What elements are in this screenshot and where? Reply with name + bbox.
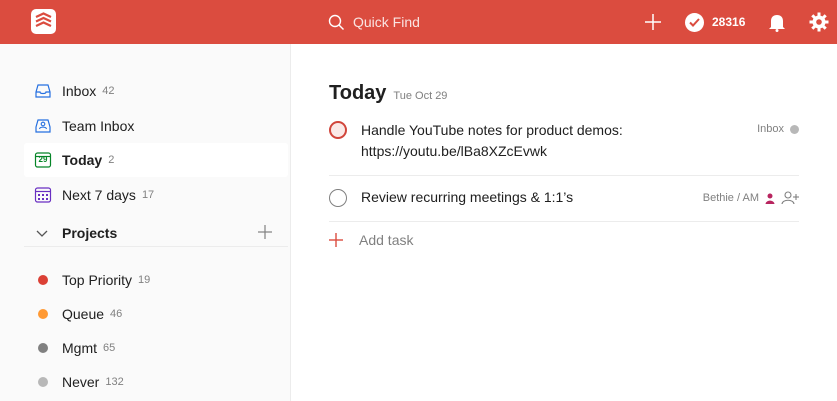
project-color-dot bbox=[38, 309, 48, 319]
bell-icon bbox=[769, 15, 785, 32]
team-inbox-icon bbox=[34, 117, 52, 135]
karma-score: 28316 bbox=[712, 15, 746, 29]
page-date: Tue Oct 29 bbox=[393, 90, 448, 102]
project-color-dot bbox=[38, 275, 48, 285]
task-project-meta[interactable]: Inbox bbox=[757, 123, 799, 135]
calendar-week-icon bbox=[34, 186, 52, 204]
assign-user-icon[interactable] bbox=[781, 191, 799, 205]
project-item-queue[interactable]: Queue 46 bbox=[24, 297, 288, 331]
task-checkbox[interactable] bbox=[329, 121, 347, 139]
projects-label: Projects bbox=[62, 224, 118, 241]
project-label: Never bbox=[62, 374, 100, 390]
task-item[interactable]: Handle YouTube notes for product demos: … bbox=[329, 120, 799, 176]
sidebar-item-count: 17 bbox=[141, 189, 155, 201]
projects-header[interactable]: Projects bbox=[24, 219, 288, 247]
todoist-logo-icon[interactable] bbox=[31, 9, 56, 34]
project-label: Mgmt bbox=[62, 340, 97, 356]
sidebar-item-team-inbox[interactable]: Team Inbox bbox=[24, 109, 288, 143]
person-icon bbox=[765, 193, 775, 204]
project-color-dot bbox=[790, 124, 799, 134]
project-count: 65 bbox=[103, 342, 116, 354]
task-item[interactable]: Review recurring meetings & 1:1’s Bethie… bbox=[329, 176, 799, 222]
project-color-dot bbox=[38, 343, 48, 353]
add-task-button[interactable]: Add task bbox=[329, 232, 413, 248]
quick-find-search[interactable]: Quick Find bbox=[328, 12, 420, 32]
project-item-mgmt[interactable]: Mgmt 65 bbox=[24, 331, 288, 365]
calendar-day-number: 29 bbox=[38, 155, 48, 164]
task-content-line2[interactable]: https://youtu.be/lBa8XZcEvwk bbox=[361, 141, 623, 162]
sidebar-item-label: Today bbox=[62, 152, 103, 168]
karma-check-icon bbox=[685, 12, 704, 32]
add-task-label: Add task bbox=[359, 232, 414, 248]
view-header: Today Tue Oct 29 bbox=[329, 82, 447, 105]
project-label: Top Priority bbox=[62, 272, 133, 288]
task-project-label: Bethie / AM bbox=[702, 192, 759, 204]
sidebar-item-next-7-days[interactable]: Next 7 days 17 bbox=[24, 178, 288, 212]
project-count: 46 bbox=[110, 308, 123, 320]
sidebar-item-count: 42 bbox=[102, 85, 115, 97]
sidebar-item-today[interactable]: Today 2 bbox=[24, 143, 288, 177]
top-bar: Quick Find 28316 bbox=[0, 0, 837, 44]
task-content-line1: Handle YouTube notes for product demos: bbox=[361, 122, 623, 138]
project-color-dot bbox=[38, 377, 48, 387]
task-content-line1: Review recurring meetings & 1:1’s bbox=[361, 189, 574, 205]
main-content: Today Tue Oct 29 Handle YouTube notes fo… bbox=[292, 44, 837, 401]
page-title: Today bbox=[329, 82, 387, 104]
project-count: 132 bbox=[105, 376, 124, 388]
task-checkbox[interactable] bbox=[329, 189, 347, 207]
task-project-label: Inbox bbox=[757, 123, 784, 135]
sidebar: Inbox 42 Team Inbox Today 2 29 Next 7 da… bbox=[0, 44, 291, 401]
sidebar-item-count: 2 bbox=[108, 154, 115, 166]
search-placeholder: Quick Find bbox=[353, 14, 420, 30]
chevron-down-icon[interactable] bbox=[36, 225, 48, 241]
sidebar-item-inbox[interactable]: Inbox 42 bbox=[24, 74, 288, 108]
project-count: 19 bbox=[138, 274, 151, 286]
project-item-top-priority[interactable]: Top Priority 19 bbox=[24, 263, 288, 297]
inbox-icon bbox=[34, 82, 52, 100]
sidebar-item-label: Next 7 days bbox=[62, 187, 136, 203]
task-project-meta[interactable]: Bethie / AM bbox=[703, 191, 799, 205]
add-project-icon[interactable] bbox=[258, 225, 272, 242]
settings-button[interactable] bbox=[809, 0, 829, 44]
project-label: Queue bbox=[62, 306, 105, 322]
plus-icon bbox=[329, 233, 343, 247]
plus-icon bbox=[645, 14, 661, 30]
quick-add-button[interactable] bbox=[644, 0, 662, 44]
search-icon bbox=[328, 14, 344, 30]
sidebar-item-label: Inbox bbox=[62, 83, 97, 99]
sidebar-item-label: Team Inbox bbox=[62, 118, 135, 134]
notifications-button[interactable] bbox=[768, 0, 786, 44]
project-item-never[interactable]: Never 132 bbox=[24, 365, 288, 399]
karma-button[interactable]: 28316 bbox=[685, 0, 745, 44]
gear-icon bbox=[809, 12, 829, 32]
